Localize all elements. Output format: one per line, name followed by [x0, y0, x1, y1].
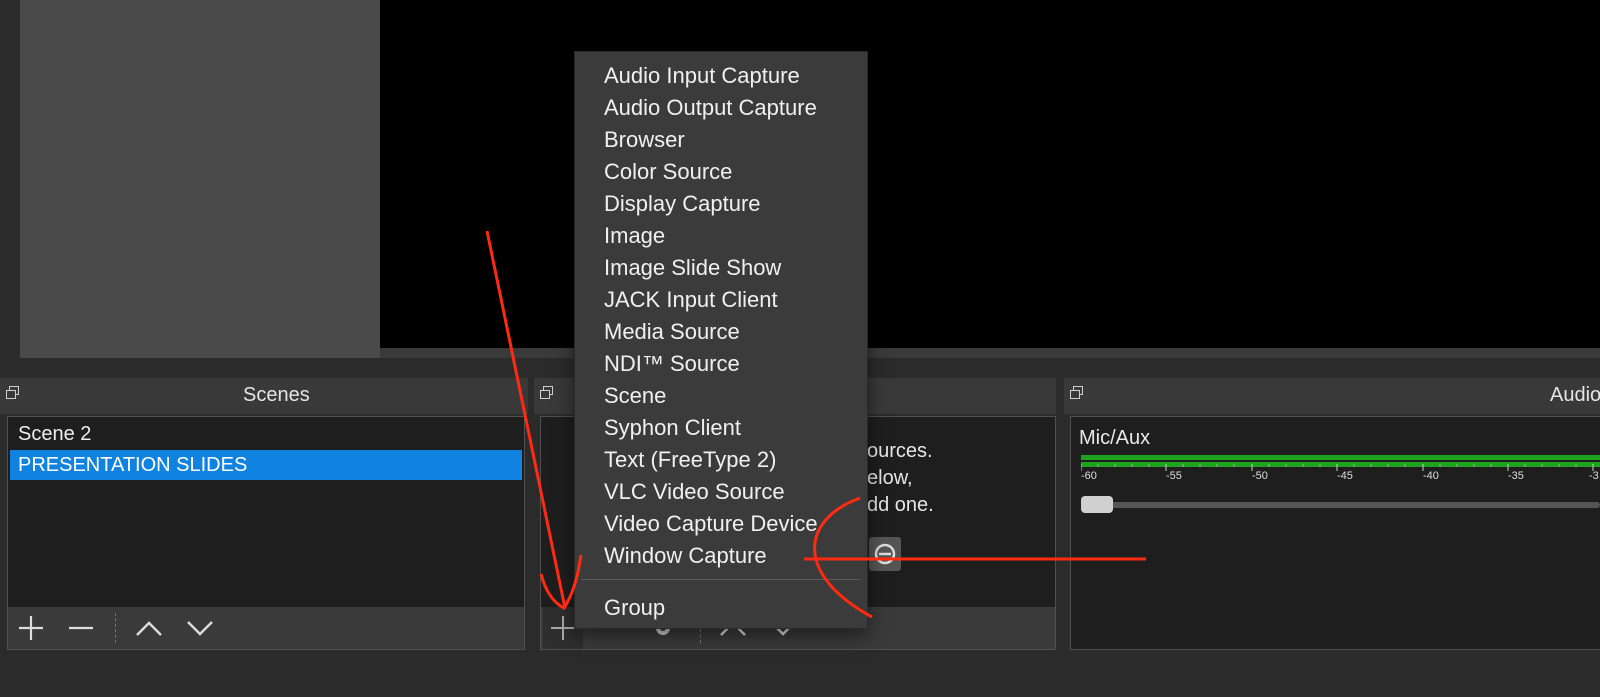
- menu-separator: [581, 579, 861, 580]
- menu-item-window-capture[interactable]: Window Capture: [604, 541, 767, 571]
- scene-item-selected[interactable]: PRESENTATION SLIDES: [10, 450, 522, 480]
- sources-empty-hint-line1: ources.: [867, 440, 933, 462]
- move-scene-up-button[interactable]: [129, 607, 169, 649]
- menu-item-text-freetype2[interactable]: Text (FreeType 2): [604, 445, 776, 475]
- move-scene-down-button[interactable]: [180, 607, 220, 649]
- scene-item[interactable]: Scene 2: [10, 419, 522, 449]
- menu-item-audio-output-capture[interactable]: Audio Output Capture: [604, 93, 817, 123]
- preview-bottom-border: [380, 348, 1600, 358]
- chevron-down-icon: [187, 621, 213, 636]
- menu-item-syphon-client[interactable]: Syphon Client: [604, 413, 741, 443]
- menu-item-audio-input-capture[interactable]: Audio Input Capture: [604, 61, 800, 91]
- meter-tick-label: -40: [1423, 470, 1439, 482]
- plus-icon: [19, 616, 43, 640]
- sources-empty-hint-line3: dd one.: [867, 494, 934, 516]
- audio-dock-title: Audio: [1550, 384, 1600, 406]
- scenes-dock-title: Scenes: [243, 384, 310, 406]
- float-dock-icon[interactable]: [6, 386, 19, 399]
- menu-item-browser[interactable]: Browser: [604, 125, 685, 155]
- plus-icon: [551, 616, 575, 640]
- float-dock-icon[interactable]: [1070, 386, 1083, 399]
- menu-item-media-source[interactable]: Media Source: [604, 317, 740, 347]
- audio-dock-titlebar: Audio: [1064, 378, 1600, 414]
- meter-tick-label: -45: [1337, 470, 1353, 482]
- menu-item-vlc-video-source[interactable]: VLC Video Source: [604, 477, 785, 507]
- sources-hint-button[interactable]: [869, 537, 901, 571]
- float-dock-icon[interactable]: [540, 386, 553, 399]
- add-source-menu: Audio Input Capture Audio Output Capture…: [574, 51, 868, 629]
- remove-scene-button[interactable]: [61, 607, 101, 649]
- sources-empty-hint-line2: elow,: [867, 467, 913, 489]
- menu-item-color-source[interactable]: Color Source: [604, 157, 732, 187]
- add-circle-icon: [874, 543, 896, 565]
- meter-tick-label: -3: [1589, 470, 1599, 482]
- menu-item-jack-input-client[interactable]: JACK Input Client: [604, 285, 778, 315]
- preview-side-area: [20, 0, 380, 358]
- audio-mixer: Mic/Aux: [1070, 416, 1600, 650]
- add-scene-button[interactable]: [11, 607, 51, 649]
- minus-icon: [69, 626, 93, 630]
- menu-item-image[interactable]: Image: [604, 221, 665, 251]
- menu-item-display-capture[interactable]: Display Capture: [604, 189, 761, 219]
- scenes-list[interactable]: Scene 2 PRESENTATION SLIDES: [7, 416, 525, 650]
- volume-slider-track[interactable]: [1081, 502, 1600, 508]
- meter-tick-label: -55: [1166, 470, 1182, 482]
- menu-item-group[interactable]: Group: [604, 593, 665, 623]
- menu-item-ndi-source[interactable]: NDI™ Source: [604, 349, 740, 379]
- menu-item-scene[interactable]: Scene: [604, 381, 666, 411]
- menu-item-video-capture-device[interactable]: Video Capture Device: [604, 509, 818, 539]
- toolbar-separator: [115, 613, 116, 643]
- preview-canvas[interactable]: [380, 0, 1600, 348]
- meter-tick-label: -35: [1508, 470, 1524, 482]
- audio-channel-label: Mic/Aux: [1079, 427, 1151, 449]
- meter-tick-label: -60: [1081, 470, 1097, 482]
- meter-tick-label: -50: [1252, 470, 1268, 482]
- menu-item-image-slide-show[interactable]: Image Slide Show: [604, 253, 781, 283]
- chevron-up-icon: [136, 621, 162, 636]
- volume-slider-handle[interactable]: [1081, 496, 1113, 513]
- scenes-toolbar: [8, 607, 524, 649]
- scenes-dock-titlebar: Scenes: [0, 378, 528, 414]
- volume-meter-bar: [1081, 455, 1600, 460]
